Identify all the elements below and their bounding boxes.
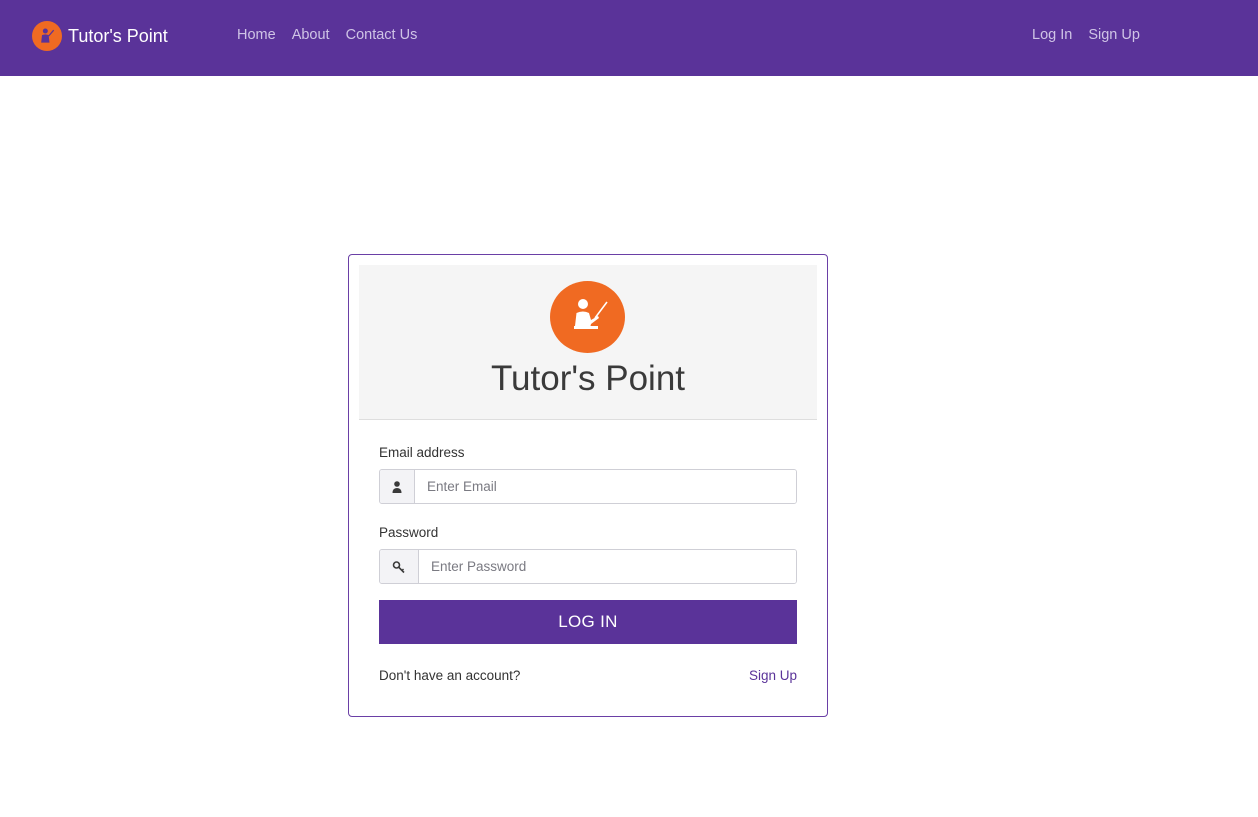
email-label: Email address bbox=[379, 445, 465, 460]
top-navbar: Tutor's Point Home About Contact Us Log … bbox=[0, 0, 1258, 76]
login-title: Tutor's Point bbox=[490, 359, 686, 398]
user-icon bbox=[380, 470, 415, 503]
nav-link-signup[interactable]: Sign Up bbox=[1088, 27, 1140, 43]
nav-link-contact[interactable]: Contact Us bbox=[346, 27, 418, 43]
brand-link[interactable]: Tutor's Point bbox=[32, 20, 168, 52]
login-button[interactable]: LOG IN bbox=[379, 600, 797, 644]
teacher-icon bbox=[550, 281, 625, 353]
signup-link[interactable]: Sign Up bbox=[749, 668, 797, 683]
email-input[interactable] bbox=[415, 470, 796, 503]
password-input-group bbox=[379, 549, 797, 584]
login-card: Tutor's Point Email address Password LOG… bbox=[348, 254, 828, 717]
nav-main: Home About Contact Us bbox=[237, 27, 417, 43]
key-icon bbox=[380, 550, 419, 583]
nav-link-about[interactable]: About bbox=[292, 27, 330, 43]
password-input[interactable] bbox=[419, 550, 796, 583]
nav-auth: Log In Sign Up bbox=[1032, 27, 1140, 43]
login-card-header: Tutor's Point bbox=[359, 265, 817, 420]
teacher-icon bbox=[32, 21, 62, 51]
nav-link-login[interactable]: Log In bbox=[1032, 27, 1072, 43]
no-account-text: Don't have an account? bbox=[379, 668, 521, 683]
password-label: Password bbox=[379, 525, 439, 540]
email-input-group bbox=[379, 469, 797, 504]
nav-link-home[interactable]: Home bbox=[237, 27, 276, 43]
brand-name: Tutor's Point bbox=[68, 25, 168, 46]
